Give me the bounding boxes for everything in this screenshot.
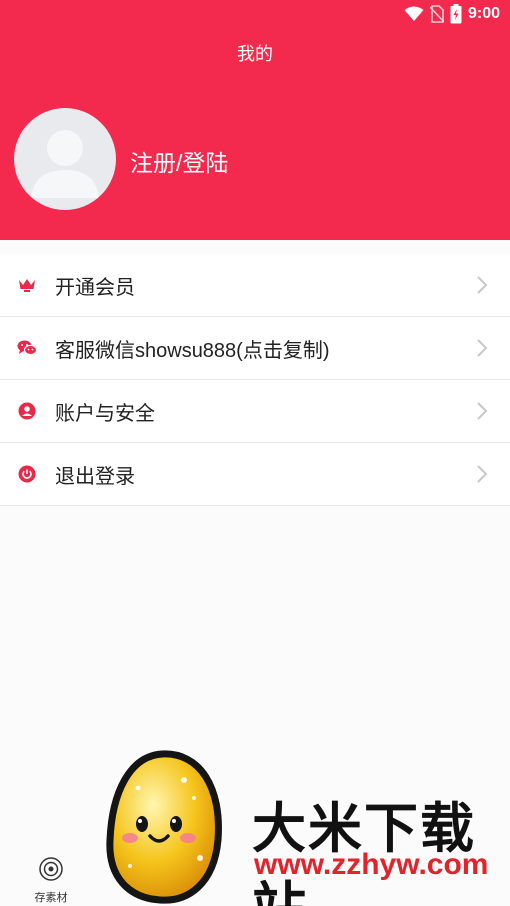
menu-item-label: 开通会员: [55, 276, 135, 299]
menu-item-label: 退出登录: [55, 465, 135, 488]
menu-item-label: 客服微信showsu888(点击复制): [55, 339, 330, 362]
crown-icon: [17, 275, 37, 295]
chevron-right-icon: [477, 339, 488, 357]
no-sim-icon: [429, 5, 444, 23]
user-circle-icon: [17, 401, 37, 421]
status-time: 9:00: [467, 5, 500, 22]
page-title: 我的: [237, 44, 273, 64]
watermark-title: 大米下载站: [252, 797, 476, 906]
status-bar: 9:00: [0, 0, 510, 28]
watermark: 大米下载站 www.zzhyw.com: [100, 748, 510, 906]
tab-save-material[interactable]: 存素材: [30, 856, 72, 905]
menu-item-account-security[interactable]: 账户与安全: [0, 380, 510, 443]
mascot-logo: [106, 750, 222, 904]
tab-label: 存素材: [34, 892, 68, 904]
status-icons: 9:00: [404, 4, 500, 24]
avatar[interactable]: [14, 108, 116, 210]
wechat-icon: [17, 338, 37, 358]
menu-list: 开通会员 客服微信showsu888(点击复制) 账户与安全 退出登录: [0, 254, 510, 506]
menu-item-label: 账户与安全: [55, 402, 155, 425]
watermark-url: www.zzhyw.com: [254, 848, 489, 881]
profile-header: 9:00 我的 注册/登陆: [0, 0, 510, 240]
target-icon: [39, 857, 63, 881]
battery-charging-icon: [450, 4, 462, 24]
my-page-screen: 9:00 我的 注册/登陆 开通会员 客服微信showsu888(点击复制) 账…: [0, 0, 510, 906]
default-avatar-icon: [31, 130, 99, 198]
chevron-right-icon: [477, 465, 488, 483]
chevron-right-icon: [477, 276, 488, 294]
register-login-link[interactable]: 注册/登陆: [130, 144, 228, 178]
wifi-icon: [404, 6, 424, 21]
menu-item-logout[interactable]: 退出登录: [0, 443, 510, 506]
menu-item-vip[interactable]: 开通会员: [0, 254, 510, 317]
menu-item-wechat-support[interactable]: 客服微信showsu888(点击复制): [0, 317, 510, 380]
power-icon: [17, 464, 37, 484]
chevron-right-icon: [477, 402, 488, 420]
